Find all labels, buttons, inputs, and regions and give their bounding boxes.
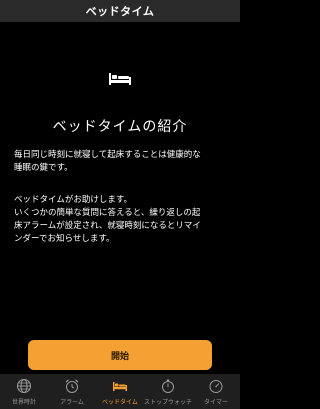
- tab-stopwatch[interactable]: ストップウォッチ: [144, 374, 192, 409]
- stopwatch-icon: [162, 379, 174, 393]
- tab-label: アラーム: [60, 399, 84, 406]
- intro-title: ベッドタイムの紹介: [52, 119, 188, 135]
- tab-world-clock[interactable]: 世界時計: [0, 374, 48, 409]
- bed-icon: [109, 73, 131, 85]
- tab-bedtime[interactable]: ベッドタイム: [96, 374, 144, 409]
- tab-bar: 世界時計 アラーム ベッドタイム ストップウォッチ タイマー: [0, 374, 240, 409]
- alarm-clock-icon: [65, 379, 79, 393]
- bed-icon: [113, 382, 127, 391]
- intro-paragraph-2: ベッドタイムがお助けします。 いくつかの簡単な質問に答えると、繰り返しの起 床ア…: [14, 195, 201, 244]
- bedtime-intro-screen: ベッドタイムの紹介 毎日同じ時刻に就寝して起床することは健康的な 睡眠の鍵です。…: [0, 22, 240, 374]
- tab-label: タイマー: [203, 399, 228, 406]
- tab-label: ベッドタイム: [102, 399, 138, 406]
- start-button[interactable]: 開始: [28, 340, 212, 370]
- intro-paragraph-1: 毎日同じ時刻に就寝して起床することは健康的な 睡眠の鍵です。: [14, 150, 201, 173]
- tab-label: ストップウォッチ: [144, 399, 193, 406]
- timer-icon: [209, 380, 223, 393]
- page-title: ベッドタイム: [85, 5, 155, 18]
- globe-icon: [17, 379, 31, 393]
- nav-bar: ベッドタイム: [0, 0, 240, 22]
- tab-label: 世界時計: [11, 399, 36, 406]
- tab-timer[interactable]: タイマー: [192, 374, 240, 409]
- tab-alarm[interactable]: アラーム: [48, 374, 96, 409]
